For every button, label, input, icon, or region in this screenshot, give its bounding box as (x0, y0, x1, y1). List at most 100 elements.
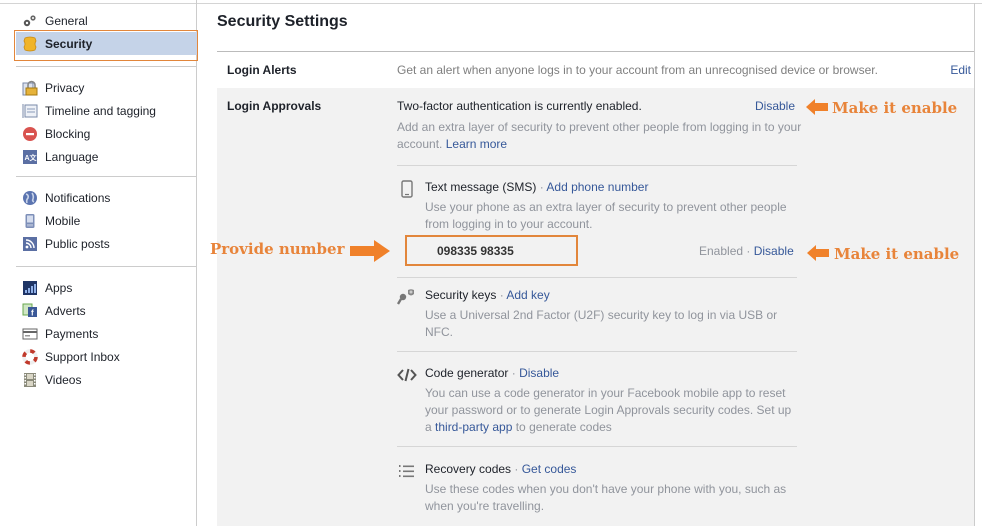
sidebar-item-label: Adverts (45, 303, 86, 318)
sidebar-divider (16, 66, 196, 67)
sidebar-item-language[interactable]: A文 Language (16, 145, 197, 168)
method-codegen-title: Code generator (425, 366, 509, 380)
sidebar-item-label: Mobile (45, 213, 81, 228)
two-factor-status: Two-factor authentication is currently e… (397, 99, 642, 113)
separator-dot: · (743, 244, 754, 258)
apps-icon (22, 280, 38, 296)
method-codegen-description: You can use a code generator in your Fac… (425, 385, 797, 436)
codegen-disable-link[interactable]: Disable (519, 366, 559, 380)
method-keys-title-line: Security keys · Add key (425, 288, 550, 302)
annotation-arrow-right-icon (350, 240, 390, 262)
sidebar-item-videos[interactable]: Videos (16, 368, 197, 391)
phone-status: Enabled (699, 244, 744, 258)
settings-sidebar: General Security Privacy Timeline and ta… (0, 0, 198, 526)
method-divider (397, 446, 797, 447)
sidebar-item-blocking[interactable]: Blocking (16, 122, 197, 145)
login-alerts-label: Login Alerts (227, 63, 297, 77)
third-party-app-link[interactable]: third-party app (435, 420, 512, 434)
method-security-keys: Security keys · Add key Use a Universal … (397, 288, 797, 339)
method-recovery-title-line: Recovery codes · Get codes (425, 462, 576, 476)
add-key-link[interactable]: Add key (506, 288, 549, 302)
sidebar-item-support-inbox[interactable]: Support Inbox (16, 345, 197, 368)
panel-right-border (974, 3, 975, 526)
method-sms-description: Use your phone as an extra layer of secu… (425, 200, 787, 231)
login-alerts-description: Get an alert when anyone logs in to your… (397, 63, 878, 77)
code-icon (397, 366, 417, 384)
phone-disable-link[interactable]: Disable (754, 244, 794, 258)
login-approvals-section: Login Approvals Two-factor authenticatio… (217, 88, 974, 526)
method-keys-title: Security keys (425, 288, 497, 302)
language-icon: A文 (22, 149, 38, 165)
numbered-list-icon (397, 462, 417, 480)
method-divider (397, 277, 797, 278)
blocking-icon (22, 126, 38, 142)
sidebar-item-label: Videos (45, 372, 82, 387)
phone-status-line: Enabled · Disable (699, 244, 794, 258)
annotation-provide-number: Provide number (210, 240, 345, 258)
sidebar-item-timeline[interactable]: Timeline and tagging (16, 99, 197, 122)
sidebar-item-label: Blocking (45, 126, 91, 141)
sidebar-group-apps: Apps f Adverts Payments Support Inbox Vi… (16, 276, 197, 391)
separator-dot: · (536, 180, 547, 194)
security-key-icon (397, 288, 417, 306)
sidebar-item-label: Public posts (45, 236, 110, 251)
phone-number-value: 098335 98335 (437, 244, 514, 258)
sidebar-item-adverts[interactable]: f Adverts (16, 299, 197, 322)
lifebuoy-icon (22, 348, 38, 365)
svg-text:f: f (31, 308, 34, 317)
get-codes-link[interactable]: Get codes (522, 462, 577, 476)
add-phone-number-link[interactable]: Add phone number (546, 180, 648, 194)
phone-number-entry[interactable]: 098335 98335 (405, 235, 578, 266)
page-title: Security Settings (217, 13, 348, 30)
annotation-make-enable-top: Make it enable (832, 99, 958, 117)
login-alerts-edit-link[interactable]: Edit (950, 63, 971, 77)
sidebar-item-payments[interactable]: Payments (16, 322, 197, 345)
sidebar-item-label: General (45, 13, 88, 28)
method-code-generator: Code generator · Disable You can use a c… (397, 366, 797, 436)
method-recovery-codes: Recovery codes · Get codes Use these cod… (397, 462, 797, 513)
sidebar-item-label: Privacy (45, 80, 85, 95)
separator-dot: · (496, 288, 507, 302)
sidebar-item-label: Support Inbox (45, 349, 120, 364)
rss-icon (22, 236, 38, 252)
film-icon (22, 372, 38, 388)
sidebar-item-label: Language (45, 149, 99, 164)
sidebar-item-apps[interactable]: Apps (16, 276, 197, 299)
separator-dot: · (511, 462, 522, 476)
sidebar-item-notifications[interactable]: Notifications (16, 186, 197, 209)
login-approvals-description: Add an extra layer of security to preven… (397, 119, 817, 153)
annotation-make-enable-sms: Make it enable (834, 245, 960, 263)
svg-text:A文: A文 (25, 153, 38, 162)
method-codegen-title-line: Code generator · Disable (425, 366, 559, 380)
method-divider (397, 351, 797, 352)
sidebar-divider (16, 266, 196, 267)
method-sms-title: Text message (SMS) (425, 180, 537, 194)
sidebar-group-privacy: Privacy Timeline and tagging Blocking A文… (16, 76, 197, 168)
timeline-icon (22, 103, 38, 119)
sidebar-item-public-posts[interactable]: Public posts (16, 232, 197, 255)
adverts-icon: f (22, 303, 38, 319)
smartphone-icon (397, 180, 417, 198)
padlock-icon (22, 80, 38, 96)
learn-more-link[interactable]: Learn more (446, 137, 507, 151)
security-highlight-outline (14, 30, 198, 61)
sidebar-item-mobile[interactable]: Mobile (16, 209, 197, 232)
mobile-phone-icon (22, 213, 38, 229)
method-sms: Text message (SMS) · Add phone number Us… (397, 180, 797, 240)
sidebar-item-privacy[interactable]: Privacy (16, 76, 197, 99)
method-recovery-description: Use these codes when you don't have your… (425, 482, 787, 513)
security-settings-panel: Security Settings Login Alerts Get an al… (217, 0, 974, 526)
login-approvals-label: Login Approvals (227, 99, 322, 113)
two-factor-disable-link[interactable]: Disable (755, 99, 795, 113)
method-recovery-title: Recovery codes (425, 462, 512, 476)
globe-icon (22, 190, 38, 206)
annotation-arrow-left-icon (806, 99, 828, 115)
sidebar-item-label: Apps (45, 280, 73, 295)
sidebar-group-notifications: Notifications Mobile Public posts (16, 186, 197, 255)
codegen-description-suffix: to generate codes (512, 420, 612, 434)
separator-dot: · (508, 366, 520, 380)
method-keys-description: Use a Universal 2nd Factor (U2F) securit… (425, 308, 778, 339)
sidebar-item-general[interactable]: General (16, 9, 197, 32)
login-alerts-row[interactable]: Login Alerts Get an alert when anyone lo… (217, 52, 974, 88)
sidebar-item-label: Payments (45, 326, 99, 341)
